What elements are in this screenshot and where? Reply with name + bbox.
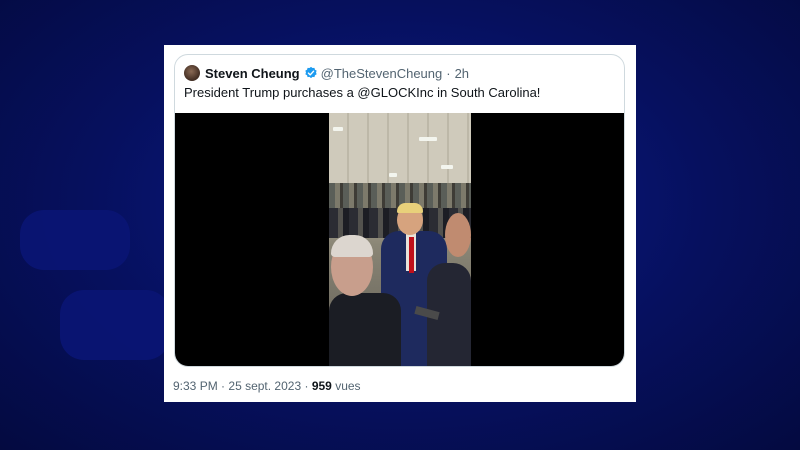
post-time[interactable]: 9:33 PM xyxy=(173,379,218,393)
embedded-tweet[interactable]: Steven Cheung @TheStevenCheung · 2h Pres… xyxy=(174,54,625,367)
tweet-card: Steven Cheung @TheStevenCheung · 2h Pres… xyxy=(164,45,636,402)
background-logo xyxy=(20,170,180,390)
video-frame xyxy=(329,113,471,366)
views-count: 959 xyxy=(311,379,332,393)
post-date[interactable]: 25 sept. 2023 xyxy=(228,379,301,393)
footer-separator: · xyxy=(304,379,312,393)
verified-badge-icon xyxy=(304,66,318,80)
tweet-text: President Trump purchases a @GLOCKInc in… xyxy=(184,85,541,100)
relative-time[interactable]: 2h xyxy=(455,66,469,81)
video-player[interactable] xyxy=(175,113,624,366)
tweet-footer: 9:33 PM · 25 sept. 2023 · 959 vues xyxy=(173,379,361,393)
tweet-header: Steven Cheung @TheStevenCheung · 2h xyxy=(184,64,469,82)
views-label: vues xyxy=(335,379,361,393)
avatar[interactable] xyxy=(184,65,200,81)
separator-dot: · xyxy=(446,65,451,81)
author-name[interactable]: Steven Cheung xyxy=(205,66,300,81)
author-handle[interactable]: @TheStevenCheung xyxy=(321,66,443,81)
